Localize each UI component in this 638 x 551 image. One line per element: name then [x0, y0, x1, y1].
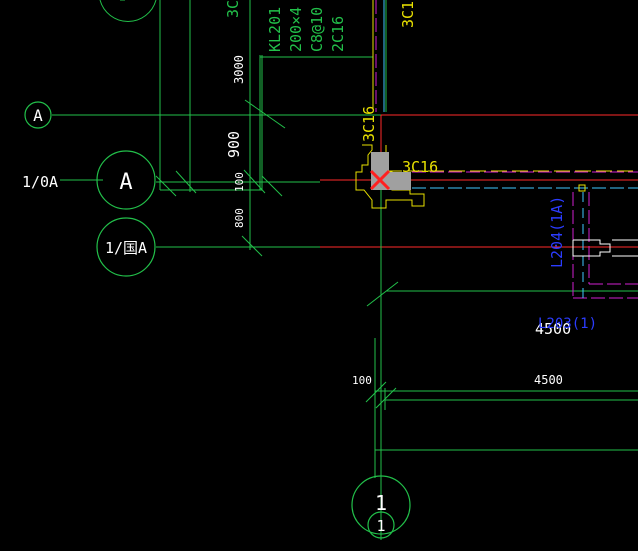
rebar-label-horizontal[interactable]: 3C16	[402, 158, 438, 176]
dim-text-900: 900	[225, 131, 243, 158]
dim-tick	[244, 99, 286, 129]
axis-bubble-label: 1	[375, 491, 387, 515]
beam-label-text: L204(1A)	[548, 196, 566, 268]
axis-bubble-A-large[interactable]: A	[96, 150, 156, 210]
dim-text-800: 800	[233, 208, 246, 228]
axis-bubble-A-small[interactable]: A	[24, 101, 52, 129]
beam-tag-line-2: 200×4	[287, 7, 305, 52]
axis-bubble-arc	[99, 0, 157, 22]
dim-value: 900	[225, 131, 243, 158]
dimension-lines	[52, 0, 638, 540]
axis-lines	[320, 114, 638, 340]
dim-tick	[366, 281, 399, 307]
dim-text-3000: 3000	[232, 55, 246, 84]
beam-tag-top-right[interactable]: 3C1	[399, 1, 417, 28]
axis-bubble-label: 1/国A	[105, 239, 147, 257]
dim-text-100-v: 100	[233, 172, 246, 192]
hidden-beam-lines	[375, 0, 638, 300]
axis-label: 1/0A	[22, 173, 58, 191]
dim-value: 3000	[232, 55, 246, 84]
dim-value: 800	[233, 208, 246, 228]
dim-value: 100	[233, 172, 246, 192]
beam-tag-line-1: KL201	[266, 7, 284, 52]
dim-tick	[155, 175, 177, 197]
dim-text-100-h: 100	[352, 374, 372, 387]
dim-text-4500-lower: 4500	[534, 373, 563, 387]
axis-label-1/0A-plain[interactable]: 1/0A	[22, 173, 58, 191]
beam-end-outline	[572, 239, 611, 257]
axis-bubble-label: A	[119, 170, 132, 195]
beam-label-vertical[interactable]: L204(1A)	[548, 196, 566, 268]
beam-tag-line-4: 2C16	[329, 16, 347, 52]
axis-bubble-top-partial[interactable]	[99, 0, 157, 22]
axis-bubble-label-small: 1	[376, 517, 385, 535]
beam-tag[interactable]: KL201 200×4 C8@10 2C16	[266, 7, 347, 52]
beam-tag-line-3: C8@10	[308, 7, 326, 52]
beam-tag-clip-left: 3C	[224, 0, 242, 18]
beam-tag-top-left[interactable]: 3C	[224, 0, 242, 18]
rebar-label-vertical[interactable]: 3C16	[360, 106, 378, 142]
beam-label-horizontal[interactable]: L203(1)	[538, 316, 597, 332]
axis-bubble-label: A	[33, 106, 43, 125]
axis-bubble-1/0A-large[interactable]: 1/国A	[96, 217, 156, 277]
cad-drawing-canvas[interactable]: A 1/0A A 1/国A 1 1 KL201 200×4 C8@10 2C16…	[0, 0, 638, 551]
dim-tick	[241, 235, 263, 257]
rebar-text: 3C16	[360, 106, 378, 142]
beam-outlines	[355, 0, 638, 257]
beam-tag-clip-right: 3C1	[399, 1, 417, 28]
